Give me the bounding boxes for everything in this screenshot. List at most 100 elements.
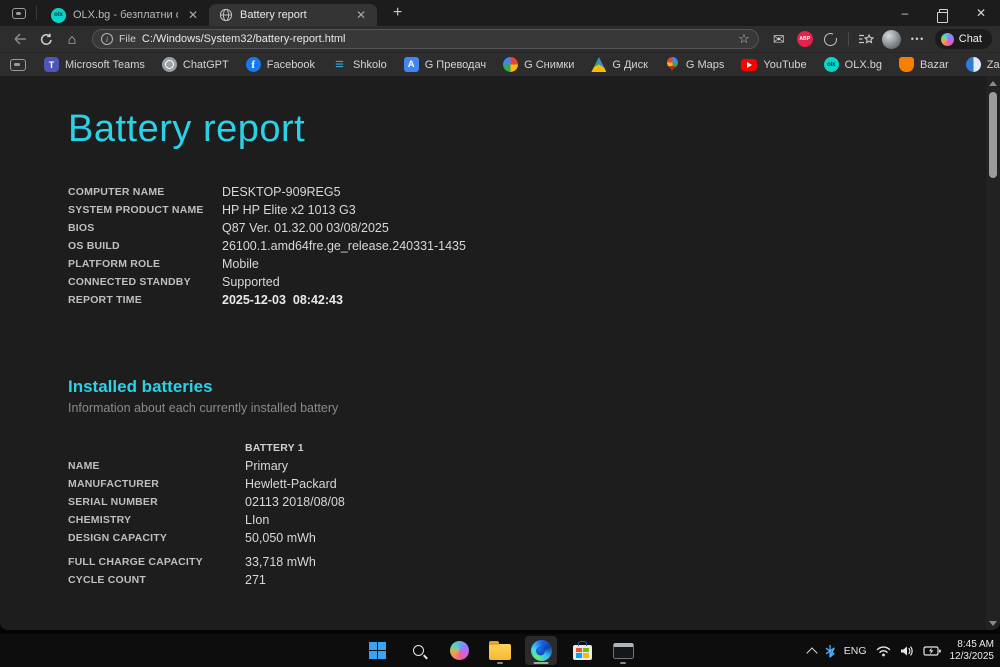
scroll-up-button[interactable] — [986, 76, 1000, 90]
refresh-button[interactable] — [34, 28, 58, 50]
scrollbar-thumb[interactable] — [989, 92, 997, 178]
taskbar: ENG 8:45 AM 12/3/2025 — [0, 634, 1000, 667]
youtube-icon — [741, 58, 758, 71]
info-value: DESKTOP-909REG5 — [222, 185, 341, 199]
tab-title: OLX.bg - безплатни обяви — [73, 9, 178, 21]
extension-icon — [824, 31, 840, 46]
table-row: REPORT TIME 2025-12-03 08:42:43 — [68, 291, 1000, 309]
home-button[interactable]: ⌂ — [60, 28, 84, 50]
battery-label: CHEMISTRY — [68, 514, 132, 526]
language-indicator[interactable]: ENG — [844, 645, 867, 657]
url-text[interactable]: C:/Windows/System32/battery-report.html — [142, 33, 732, 45]
table-row: CONNECTED STANDBY Supported — [68, 273, 1000, 291]
bookmark-item[interactable]: olx OLX.bg — [823, 57, 882, 72]
info-label: REPORT TIME — [68, 294, 142, 306]
tab-close-icon[interactable]: ✕ — [185, 8, 201, 22]
bookmark-item[interactable]: G Диск — [591, 57, 648, 72]
scrollbar[interactable] — [986, 76, 1000, 630]
terminal-button[interactable] — [607, 636, 639, 665]
battery-icon[interactable] — [922, 645, 941, 657]
bookmark-item[interactable]: ChatGPT — [161, 57, 229, 72]
bookmark-item[interactable]: YouTube — [741, 58, 807, 71]
favorite-star-icon[interactable]: ☆ — [738, 31, 750, 47]
table-row: NAME Primary — [68, 457, 1000, 475]
page-title: Battery report — [68, 108, 306, 150]
bookmark-item[interactable]: ≡ Shkolo — [332, 56, 387, 73]
tab-close-icon[interactable]: ✕ — [353, 8, 369, 22]
tab-olx[interactable]: olx OLX.bg - безплатни обяви ✕ — [41, 4, 209, 26]
new-tab-button[interactable]: + — [387, 4, 408, 22]
bookmark-item[interactable]: A G Преводач — [403, 57, 486, 72]
adblock-extension-button[interactable]: ABP — [793, 28, 817, 50]
volume-icon[interactable] — [900, 645, 914, 657]
address-bar[interactable]: i File C:/Windows/System32/battery-repor… — [92, 29, 759, 49]
info-label: COMPUTER NAME — [68, 186, 165, 198]
bookmark-item[interactable]: T Microsoft Teams — [44, 57, 145, 72]
tab-title: Battery report — [240, 9, 307, 21]
bookmark-label: Facebook — [266, 58, 316, 71]
page-info-icon[interactable]: i — [101, 33, 113, 45]
divider — [36, 6, 37, 20]
start-button[interactable] — [361, 636, 393, 665]
file-explorer-button[interactable] — [484, 636, 516, 665]
info-label: OS BUILD — [68, 240, 120, 252]
edge-button[interactable] — [525, 636, 557, 665]
restore-button[interactable] — [924, 0, 962, 26]
bookmark-label: ChatGPT — [182, 58, 229, 71]
back-arrow-icon — [14, 33, 26, 45]
info-value: 26100.1.amd64fre.ge_release.240331-1435 — [222, 239, 466, 253]
copilot-taskbar-button[interactable] — [443, 636, 475, 665]
info-label: SYSTEM PRODUCT NAME — [68, 204, 204, 216]
tab-battery-report[interactable]: Battery report ✕ — [209, 4, 377, 26]
battery-label: CYCLE COUNT — [68, 574, 147, 586]
extension-button[interactable] — [819, 28, 843, 50]
table-row: SERIAL NUMBER 02113 2018/08/08 — [68, 493, 1000, 511]
screen-icon — [10, 58, 26, 71]
settings-menu-button[interactable]: ••• — [906, 28, 930, 50]
clock[interactable]: 8:45 AM 12/3/2025 — [950, 639, 995, 663]
table-row: SYSTEM PRODUCT NAME HP HP Elite x2 1013 … — [68, 201, 1000, 219]
bluetooth-icon[interactable] — [825, 644, 835, 658]
battery-value: LIon — [245, 513, 270, 527]
battery-value: 50,050 mWh — [245, 531, 316, 545]
bookmark-item[interactable]: Zamunda.NET — [965, 57, 1000, 72]
mail-icon: ✉ — [772, 30, 785, 47]
table-row: CYCLE COUNT 271 — [68, 571, 1000, 589]
profile-button[interactable] — [880, 28, 904, 50]
google-photos-icon — [503, 57, 519, 72]
info-value: 2025-12-03 08:42:43 — [222, 293, 343, 307]
bookmark-icon-only[interactable] — [10, 58, 26, 71]
favorites-button[interactable] — [854, 28, 878, 50]
minimize-button[interactable]: – — [886, 0, 924, 26]
favorites-bar: T Microsoft Teams ChatGPT f Facebook ≡ S… — [0, 52, 1000, 76]
home-icon: ⌂ — [67, 31, 77, 47]
bookmark-label: Microsoft Teams — [65, 58, 145, 71]
microsoft-store-icon — [572, 641, 592, 660]
table-row: COMPUTER NAME DESKTOP-909REG5 — [68, 183, 1000, 201]
running-indicator — [497, 661, 503, 664]
mail-extension-button[interactable]: ✉ — [767, 28, 791, 50]
edge-icon — [530, 640, 552, 661]
shkolo-icon: ≡ — [335, 56, 344, 73]
browser-toolbar: ⌂ i File C:/Windows/System32/battery-rep… — [0, 26, 1000, 52]
close-button[interactable]: ✕ — [962, 0, 1000, 26]
bookmark-item[interactable]: G Maps — [665, 57, 724, 72]
bookmark-item[interactable]: Bazar — [898, 57, 949, 72]
running-indicator — [620, 661, 626, 664]
bookmark-item[interactable]: G Снимки — [503, 57, 574, 72]
hidden-icons-chevron-icon[interactable] — [808, 647, 816, 655]
microsoft-store-button[interactable] — [566, 636, 598, 665]
olx-icon: olx — [823, 57, 839, 72]
copilot-chat-button[interactable]: Chat — [934, 29, 992, 49]
scroll-down-button[interactable] — [986, 616, 1000, 630]
search-button[interactable] — [402, 636, 434, 665]
bookmark-label: OLX.bg — [844, 58, 882, 71]
wifi-icon[interactable] — [876, 645, 891, 657]
tab-activity-button[interactable] — [6, 3, 32, 23]
back-button[interactable] — [8, 28, 32, 50]
battery-rows: NAME Primary MANUFACTURER Hewlett-Packar… — [68, 457, 1000, 589]
search-icon — [412, 645, 424, 656]
tab-bar: olx OLX.bg - безплатни обяви ✕ Battery r… — [0, 0, 1000, 26]
bookmark-item[interactable]: f Facebook — [245, 57, 316, 72]
info-value: HP HP Elite x2 1013 G3 — [222, 203, 356, 217]
